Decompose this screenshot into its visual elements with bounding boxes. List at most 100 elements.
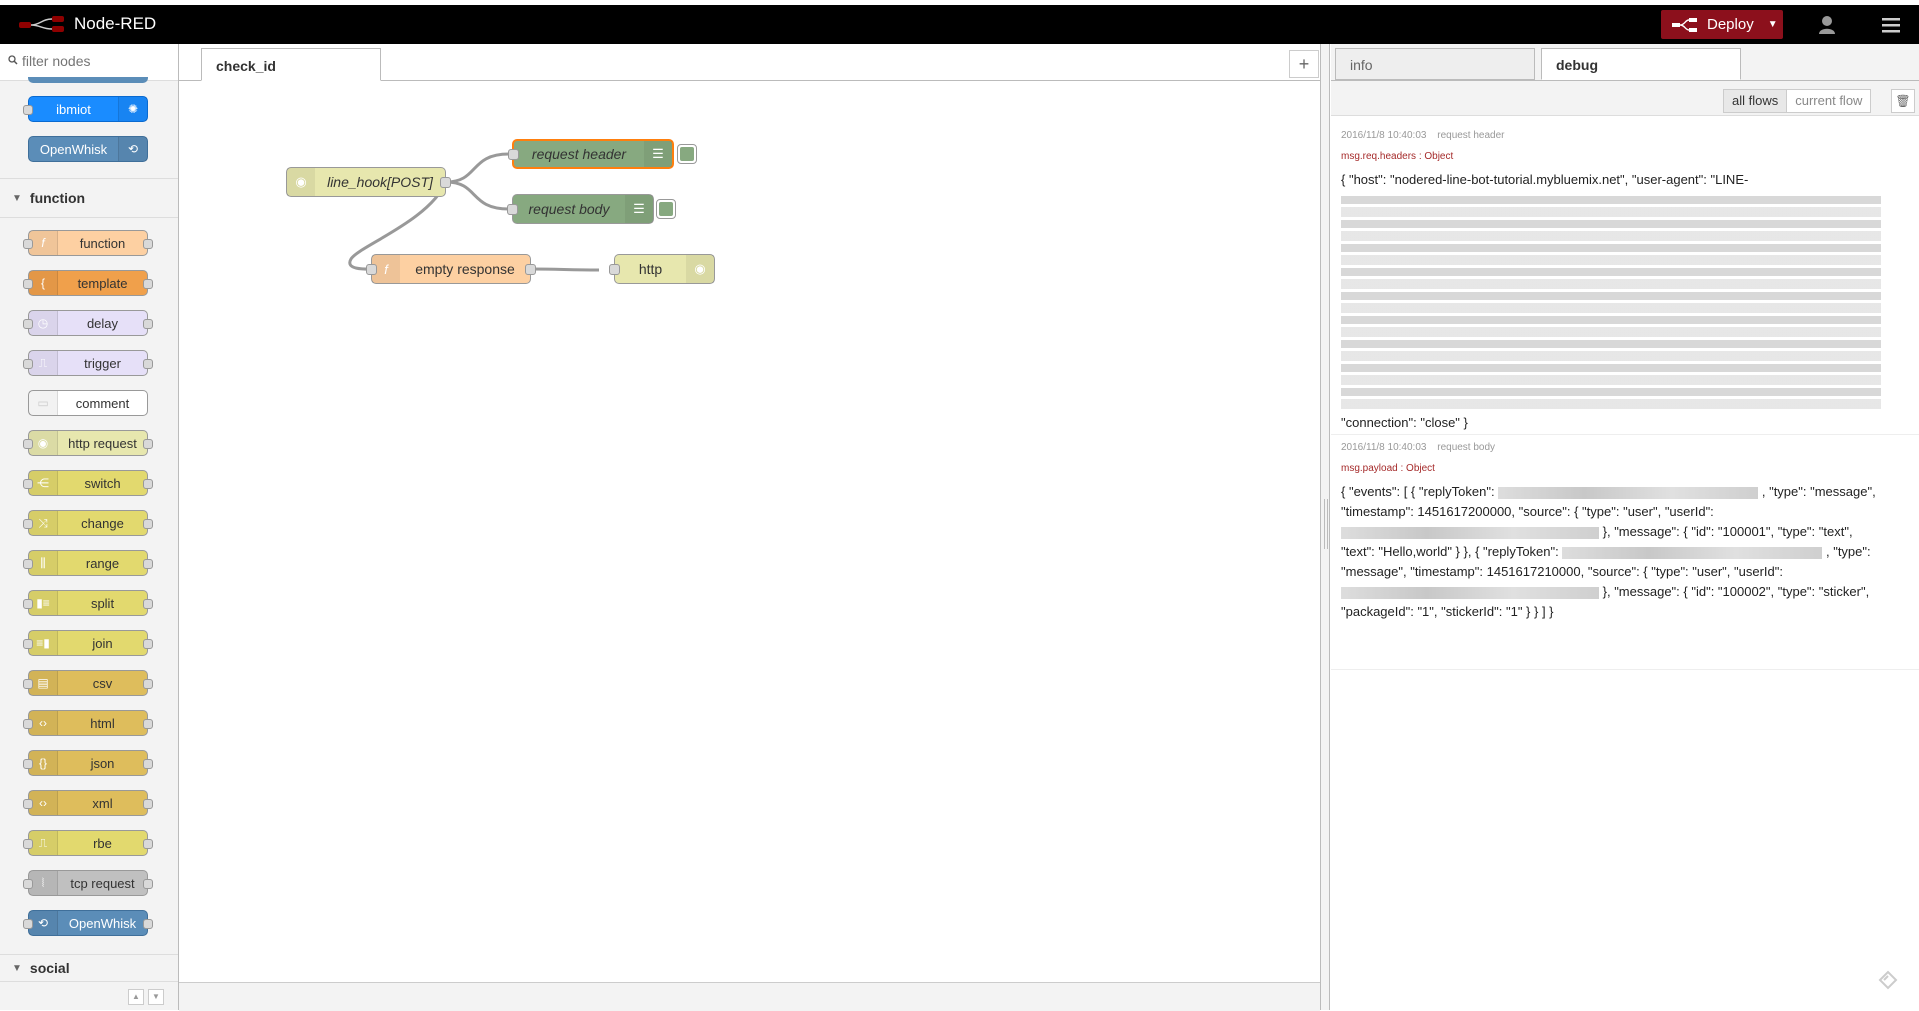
- node-label: comment: [75, 395, 130, 411]
- input-port: [366, 264, 377, 275]
- input-port: [23, 105, 33, 115]
- tab-debug[interactable]: debug: [1541, 48, 1741, 80]
- node-label: line_hook[POST]: [327, 174, 433, 190]
- palette-node-function[interactable]: f function: [23, 230, 153, 256]
- list-icon: ☰: [644, 141, 672, 167]
- output-port: [143, 919, 153, 929]
- palette-filter: [0, 44, 178, 81]
- message-payload[interactable]: { "events": [ { "replyToken": , "type": …: [1341, 482, 1911, 622]
- function-icon: f: [29, 231, 58, 255]
- join-icon: ≡▮: [29, 631, 58, 655]
- tab-info[interactable]: info: [1335, 48, 1535, 80]
- deploy-button[interactable]: Deploy ▼: [1661, 10, 1783, 39]
- node-label: ibmiot: [56, 101, 91, 117]
- openwhisk-icon: ⟲: [29, 911, 58, 935]
- node-label: OpenWhisk: [39, 141, 108, 157]
- comment-icon: ▭: [29, 391, 58, 415]
- caret-down-icon[interactable]: ▼: [1768, 19, 1778, 30]
- palette-node-change[interactable]: ⤨ change: [23, 510, 153, 536]
- palette-node-range[interactable]: ⫼ range: [23, 550, 153, 576]
- flow-node-request-body[interactable]: request body ☰: [507, 194, 654, 224]
- flow-node-line-hook[interactable]: ◉ line_hook[POST]: [286, 167, 451, 197]
- tab-check-id[interactable]: check_id: [201, 48, 381, 81]
- payload-text: "message", "timestamp": 1451617210000, "…: [1341, 564, 1783, 579]
- payload-text: }, "message": { "id": "100001", "type": …: [1602, 524, 1853, 539]
- filter-nodes-input[interactable]: [20, 52, 174, 70]
- message-topic: msg.payload : Object: [1341, 463, 1435, 474]
- current-flow-button[interactable]: current flow: [1787, 89, 1872, 113]
- output-port: [143, 639, 153, 649]
- csv-icon: ▤: [29, 671, 58, 695]
- node-label: request body: [528, 201, 610, 217]
- palette-node-tcp-request[interactable]: ⦚ tcp request: [23, 870, 153, 896]
- json-icon: {}: [29, 751, 58, 775]
- output-port: [143, 599, 153, 609]
- bridge-icon: ⦚: [29, 871, 58, 895]
- message-topic: msg.req.headers : Object: [1341, 151, 1454, 162]
- flow-node-http-response[interactable]: http ◉: [609, 254, 715, 284]
- debug-toggle-button[interactable]: [677, 144, 697, 164]
- palette-node-openwhisk[interactable]: ⟲ OpenWhisk: [23, 910, 153, 936]
- input-port: [23, 559, 33, 569]
- node-palette: ibmiot ✺ OpenWhisk ⟲ ▼ function f functi…: [0, 44, 179, 1010]
- palette-node-join[interactable]: ≡▮ join: [23, 630, 153, 656]
- switch-icon: ⋲: [29, 471, 58, 495]
- palette-node-json[interactable]: {} json: [23, 750, 153, 776]
- palette-node-comment[interactable]: ▭ comment: [28, 390, 148, 416]
- redacted-content: [1341, 586, 1599, 599]
- palette-node-html[interactable]: ‹› html: [23, 710, 153, 736]
- sidebar-splitter[interactable]: [1320, 44, 1330, 1010]
- sidebar-resize-handle-icon[interactable]: [1876, 968, 1900, 997]
- debug-toggle-button[interactable]: [656, 199, 676, 219]
- palette-node-switch[interactable]: ⋲ switch: [23, 470, 153, 496]
- output-port: [440, 177, 451, 188]
- gear-icon: ✺: [118, 97, 147, 121]
- trash-icon[interactable]: 🗑: [1891, 89, 1915, 113]
- category-function[interactable]: ▼ function: [0, 178, 178, 218]
- collapse-all-icon[interactable]: ▲: [128, 989, 144, 1005]
- palette-node-http-request[interactable]: ◉ http request: [23, 430, 153, 456]
- output-port: [143, 519, 153, 529]
- all-flows-button[interactable]: all flows: [1723, 89, 1788, 113]
- node-label: empty response: [415, 261, 515, 277]
- payload-text: , "type":: [1825, 544, 1871, 559]
- expand-all-icon[interactable]: ▼: [148, 989, 164, 1005]
- palette-node-openwhisk-top[interactable]: OpenWhisk ⟲: [28, 136, 148, 162]
- payload-text: "connection": "close" }: [1341, 415, 1468, 430]
- palette-node-delay[interactable]: ◷ delay: [23, 310, 153, 336]
- flow-node-empty-response[interactable]: f empty response: [366, 254, 536, 284]
- input-port: [508, 149, 519, 160]
- category-social[interactable]: ▼ social: [0, 954, 178, 982]
- output-port: [143, 719, 153, 729]
- node-label: split: [90, 595, 115, 611]
- canvas-footer: − ○ +: [179, 982, 1495, 1011]
- main-menu-icon[interactable]: [1876, 12, 1906, 38]
- add-flow-icon[interactable]: +: [1289, 50, 1319, 78]
- rbe-icon: ⎍: [29, 831, 58, 855]
- input-port: [23, 239, 33, 249]
- palette-node-csv[interactable]: ▤ csv: [23, 670, 153, 696]
- flow-canvas[interactable]: ◉ line_hook[POST] request header ☰ reque…: [179, 81, 1320, 982]
- splitter-grip[interactable]: [1324, 499, 1328, 549]
- palette-node-ibmiot[interactable]: ibmiot ✺: [23, 96, 148, 122]
- input-port: [23, 359, 33, 369]
- palette-node-rbe[interactable]: ⎍ rbe: [23, 830, 153, 856]
- message-payload[interactable]: { "host": "nodered-line-bot-tutorial.myb…: [1341, 170, 1911, 433]
- input-port: [23, 639, 33, 649]
- debug-toolbar: all flows current flow 🗑: [1331, 81, 1919, 116]
- flow-node-request-header[interactable]: request header ☰: [508, 139, 674, 169]
- palette-node-trigger[interactable]: ⎍ trigger: [23, 350, 153, 376]
- input-port: [609, 264, 620, 275]
- input-port: [23, 679, 33, 689]
- node-label: html: [90, 715, 115, 731]
- user-icon[interactable]: [1812, 12, 1842, 38]
- palette-node-xml[interactable]: ‹› xml: [23, 790, 153, 816]
- message-meta: 2016/11/8 10:40:03 request header: [1341, 130, 1911, 141]
- node-label: rbe: [93, 835, 112, 851]
- node-label: http: [638, 261, 663, 277]
- palette-node-template[interactable]: { template: [23, 270, 153, 296]
- payload-text: { "events": [ { "replyToken":: [1341, 484, 1495, 499]
- message-node-name[interactable]: request body: [1437, 442, 1495, 453]
- message-node-name[interactable]: request header: [1437, 130, 1504, 141]
- palette-node-split[interactable]: ▮≡ split: [23, 590, 153, 616]
